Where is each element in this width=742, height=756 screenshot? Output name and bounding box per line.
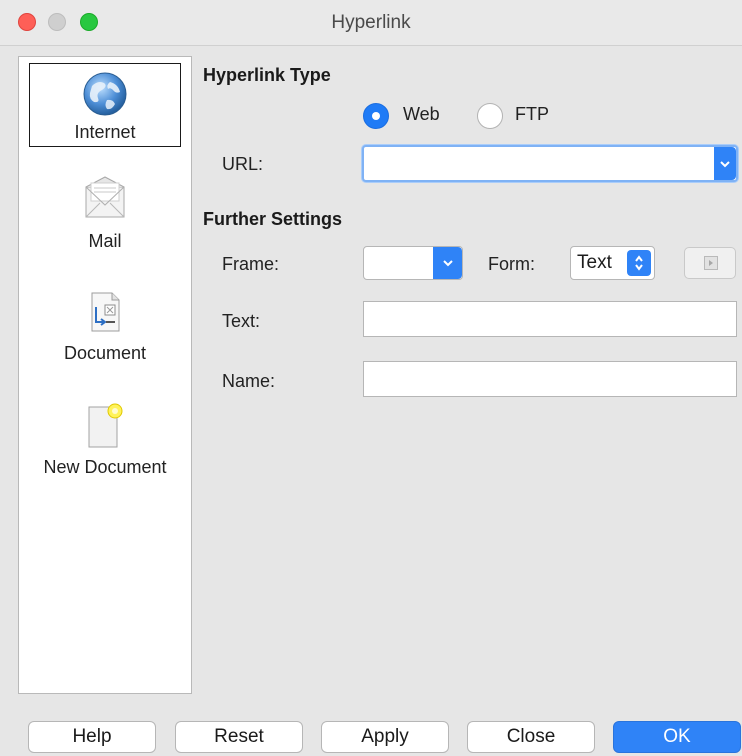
ftp-radio-label: FTP [515, 104, 549, 124]
chevron-down-icon [720, 161, 730, 168]
chevron-down-icon [442, 260, 453, 267]
name-label: Name: [222, 371, 276, 391]
web-radio[interactable] [363, 103, 389, 129]
sidebar-item-label: Document [63, 343, 147, 363]
form-stepper-button[interactable] [627, 250, 651, 276]
text-field[interactable] [363, 301, 737, 337]
mail-envelope-icon [85, 176, 125, 218]
close-button[interactable]: Close [467, 721, 595, 753]
url-label: URL: [222, 154, 264, 174]
form-label: Form: [488, 254, 535, 274]
further-settings-heading: Further Settings [203, 209, 343, 229]
text-label: Text: [222, 311, 261, 331]
ftp-radio[interactable] [477, 103, 503, 129]
url-dropdown-button[interactable] [714, 147, 736, 180]
title-bar: Hyperlink [0, 0, 742, 46]
url-combobox[interactable] [362, 145, 738, 182]
sidebar-item-new-document[interactable]: New Document [29, 401, 181, 485]
form-select[interactable]: Text [570, 246, 655, 280]
frame-combobox[interactable] [363, 246, 463, 280]
apply-button[interactable]: Apply [321, 721, 449, 753]
document-icon [91, 292, 120, 332]
frame-dropdown-button[interactable] [433, 247, 462, 279]
up-down-chevron-icon [635, 255, 643, 271]
frame-label: Frame: [222, 254, 280, 274]
events-icon [704, 256, 718, 270]
sidebar-item-label: New Document [43, 457, 167, 477]
name-field[interactable] [363, 361, 737, 397]
ok-button[interactable]: OK [613, 721, 741, 753]
events-button[interactable] [684, 247, 736, 279]
category-sidebar: Internet Mail Document New Document [18, 56, 192, 694]
sidebar-item-label: Mail [88, 231, 122, 251]
sidebar-item-mail[interactable]: Mail [29, 175, 181, 259]
form-value: Text [577, 252, 612, 273]
reset-button[interactable]: Reset [175, 721, 303, 753]
window-title: Hyperlink [331, 12, 411, 33]
sidebar-item-label: Internet [74, 122, 136, 142]
help-button[interactable]: Help [28, 721, 156, 753]
globe-icon [83, 72, 127, 116]
new-document-icon [88, 403, 123, 448]
sidebar-item-document[interactable]: Document [29, 291, 181, 371]
sidebar-item-internet[interactable]: Internet [29, 63, 181, 147]
web-radio-label: Web [403, 104, 440, 124]
hyperlink-type-heading: Hyperlink Type [203, 65, 331, 85]
